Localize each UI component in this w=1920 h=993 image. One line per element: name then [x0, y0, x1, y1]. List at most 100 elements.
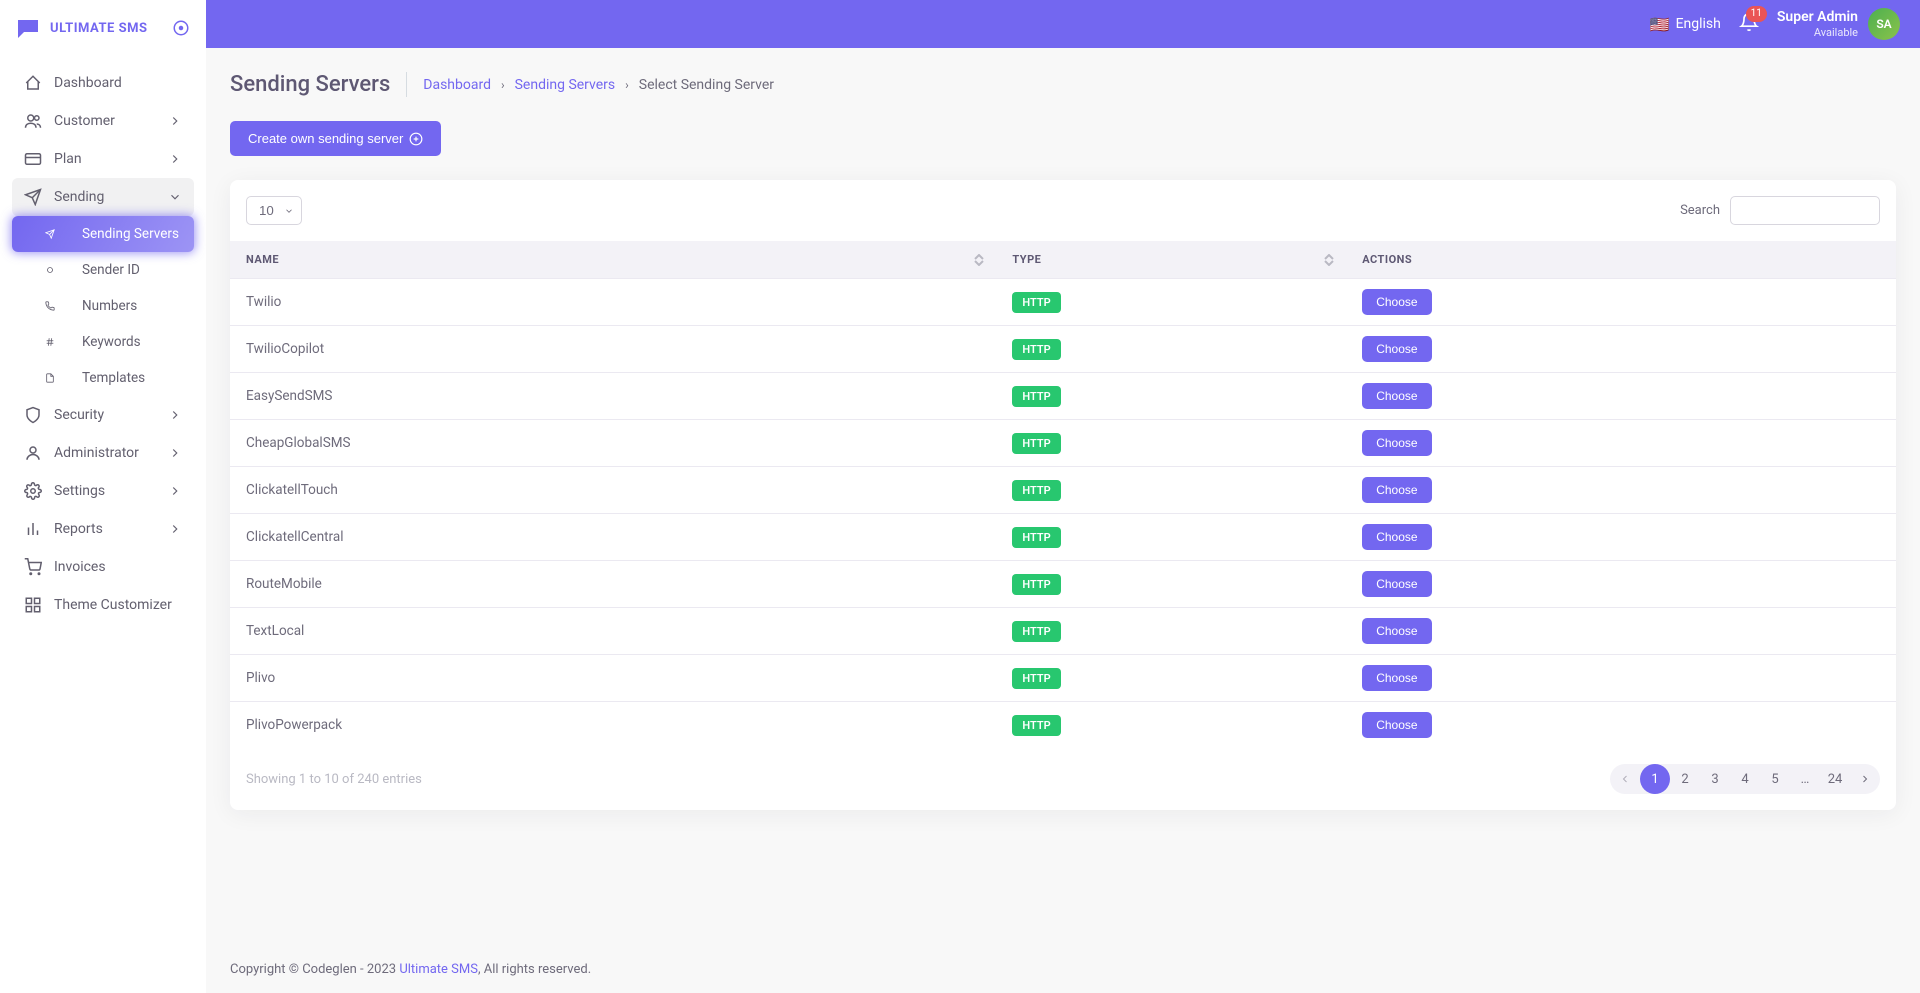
create-server-button[interactable]: Create own sending server: [230, 121, 441, 156]
topbar: 🇺🇸 English 11 Super Admin Available SA: [206, 0, 1920, 48]
page-24[interactable]: 24: [1820, 764, 1850, 794]
col-name[interactable]: Name: [230, 241, 996, 279]
page-4[interactable]: 4: [1730, 764, 1760, 794]
nav-label: Dashboard: [54, 75, 182, 91]
cell-actions: Choose: [1346, 514, 1896, 561]
cell-name: EasySendSMS: [230, 373, 996, 420]
chevron-right-icon: [168, 484, 182, 498]
page-next[interactable]: [1850, 764, 1880, 794]
nav-item-theme-customizer[interactable]: Theme Customizer: [12, 586, 194, 624]
nav-label: Sending Servers: [82, 226, 179, 242]
nav-label: Plan: [54, 151, 156, 167]
cell-actions: Choose: [1346, 467, 1896, 514]
choose-button[interactable]: Choose: [1362, 524, 1431, 550]
type-badge: HTTP: [1012, 480, 1060, 501]
language-label: English: [1676, 16, 1721, 32]
cell-type: HTTP: [996, 373, 1346, 420]
nav-sub-numbers[interactable]: Numbers: [12, 288, 194, 324]
user-menu[interactable]: Super Admin Available SA: [1777, 8, 1900, 40]
choose-button[interactable]: Choose: [1362, 289, 1431, 315]
type-badge: HTTP: [1012, 386, 1060, 407]
cell-type: HTTP: [996, 608, 1346, 655]
sidebar-nav: Dashboard Customer Plan Sending Sending Serv…: [0, 56, 206, 632]
cell-actions: Choose: [1346, 608, 1896, 655]
choose-button[interactable]: Choose: [1362, 618, 1431, 644]
plus-circle-icon: [409, 132, 423, 146]
page-ellipsis: …: [1790, 764, 1820, 794]
table-info: Showing 1 to 10 of 240 entries: [246, 772, 422, 787]
nav-item-reports[interactable]: Reports: [12, 510, 194, 548]
choose-button[interactable]: Choose: [1362, 665, 1431, 691]
type-badge: HTTP: [1012, 668, 1060, 689]
page-prev[interactable]: [1610, 764, 1640, 794]
cell-actions: Choose: [1346, 373, 1896, 420]
notifications-button[interactable]: 11: [1739, 12, 1759, 36]
nav-item-administrator[interactable]: Administrator: [12, 434, 194, 472]
sidebar-toggle-icon[interactable]: [172, 19, 190, 37]
choose-button[interactable]: Choose: [1362, 712, 1431, 738]
chevron-right-icon: [168, 446, 182, 460]
nav-label: Customer: [54, 113, 156, 129]
avatar: SA: [1868, 8, 1900, 40]
servers-card: 10 Search Name: [230, 180, 1896, 810]
nav-sub-templates[interactable]: Templates: [12, 360, 194, 396]
nav-item-invoices[interactable]: Invoices: [12, 548, 194, 586]
type-badge: HTTP: [1012, 715, 1060, 736]
chevron-right-icon: ›: [625, 78, 629, 92]
breadcrumb-dashboard[interactable]: Dashboard: [423, 77, 491, 93]
nav-sub-sender-id[interactable]: Sender ID: [12, 252, 194, 288]
cell-type: HTTP: [996, 514, 1346, 561]
cell-name: PlivoPowerpack: [230, 702, 996, 749]
user-icon: [24, 444, 42, 462]
shopping-cart-icon: [24, 558, 42, 576]
nav-item-settings[interactable]: Settings: [12, 472, 194, 510]
shield-icon: [24, 406, 42, 424]
brand-name[interactable]: ULTIMATE SMS: [50, 21, 162, 36]
table-row: ClickatellTouch HTTP Choose: [230, 467, 1896, 514]
cell-actions: Choose: [1346, 326, 1896, 373]
nav-item-dashboard[interactable]: Dashboard: [12, 64, 194, 102]
nav-item-plan[interactable]: Plan: [12, 140, 194, 178]
choose-button[interactable]: Choose: [1362, 336, 1431, 362]
page-5[interactable]: 5: [1760, 764, 1790, 794]
choose-button[interactable]: Choose: [1362, 571, 1431, 597]
table-row: ClickatellCentral HTTP Choose: [230, 514, 1896, 561]
page-2[interactable]: 2: [1670, 764, 1700, 794]
nav-item-sending[interactable]: Sending: [12, 178, 194, 216]
grid-icon: [24, 596, 42, 614]
hash-icon: [45, 337, 55, 347]
credit-card-icon: [24, 150, 42, 168]
cell-name: CheapGlobalSMS: [230, 420, 996, 467]
nav-item-customer[interactable]: Customer: [12, 102, 194, 140]
servers-table: Name Type Actions Twilio HTTP Choose Twi: [230, 241, 1896, 748]
nav-label: Administrator: [54, 445, 156, 461]
col-type[interactable]: Type: [996, 241, 1346, 279]
footer-link[interactable]: Ultimate SMS: [399, 962, 478, 977]
choose-button[interactable]: Choose: [1362, 383, 1431, 409]
page-1[interactable]: 1: [1640, 764, 1670, 794]
pagination: 12345…24: [1610, 764, 1880, 794]
choose-button[interactable]: Choose: [1362, 477, 1431, 503]
send-icon: [45, 229, 55, 239]
nav-item-security[interactable]: Security: [12, 396, 194, 434]
nav-label: Sending: [54, 189, 156, 205]
cell-actions: Choose: [1346, 279, 1896, 326]
breadcrumb-servers[interactable]: Sending Servers: [515, 77, 616, 93]
cell-name: ClickatellTouch: [230, 467, 996, 514]
cell-type: HTTP: [996, 420, 1346, 467]
chevron-right-icon: [168, 114, 182, 128]
cell-type: HTTP: [996, 467, 1346, 514]
choose-button[interactable]: Choose: [1362, 430, 1431, 456]
cell-name: RouteMobile: [230, 561, 996, 608]
nav-sub-keywords[interactable]: Keywords: [12, 324, 194, 360]
page-length-select[interactable]: 10: [246, 196, 302, 225]
type-badge: HTTP: [1012, 433, 1060, 454]
cell-type: HTTP: [996, 561, 1346, 608]
search-input[interactable]: [1730, 196, 1880, 225]
circle-icon: [45, 265, 55, 275]
page-3[interactable]: 3: [1700, 764, 1730, 794]
nav-sub-sending-servers[interactable]: Sending Servers: [12, 216, 194, 252]
type-badge: HTTP: [1012, 292, 1060, 313]
cell-type: HTTP: [996, 279, 1346, 326]
language-switcher[interactable]: 🇺🇸 English: [1650, 15, 1721, 34]
